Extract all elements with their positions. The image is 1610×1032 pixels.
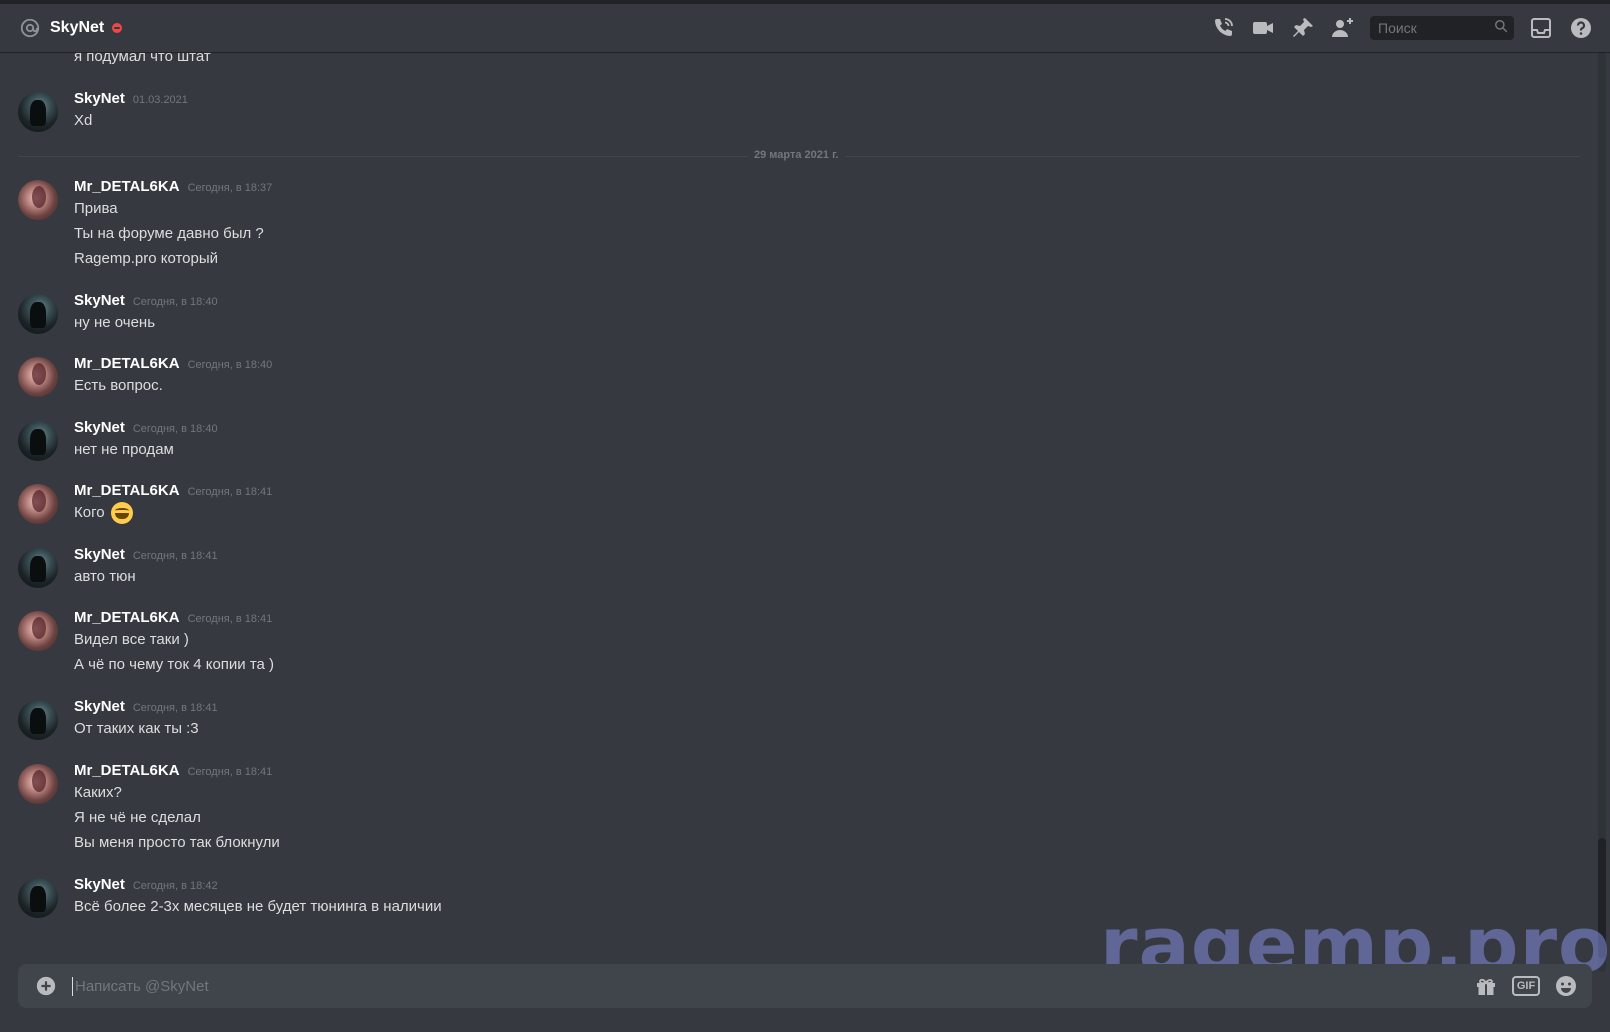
avatar[interactable] (18, 421, 58, 461)
avatar[interactable] (18, 357, 58, 397)
search-input[interactable] (1376, 19, 1494, 37)
username[interactable]: SkyNet (74, 292, 125, 309)
username[interactable]: SkyNet (74, 876, 125, 893)
timestamp: Сегодня, в 18:41 (132, 702, 218, 714)
message-text: Прива (74, 200, 118, 217)
timestamp: Сегодня, в 18:40 (187, 359, 273, 371)
avatar[interactable] (18, 878, 58, 918)
gif-label: GIF (1511, 976, 1541, 996)
username[interactable]: SkyNet (74, 546, 125, 563)
plus-circle-icon[interactable] (34, 974, 58, 998)
avatar[interactable] (18, 764, 58, 804)
inbox-icon[interactable] (1528, 15, 1554, 41)
message-text: Я не чё не сделал (74, 809, 201, 826)
message-text: нет не продам (74, 441, 174, 458)
message-text: Всё более 2-3х месяцев не будет тюнинга … (74, 898, 442, 915)
timestamp: Сегодня, в 18:37 (187, 182, 273, 194)
timestamp: Сегодня, в 18:41 (187, 613, 273, 625)
message-text: ну не очень (74, 314, 156, 331)
at-icon (18, 16, 42, 40)
username[interactable]: Mr_DETAL6KA (74, 762, 180, 779)
timestamp: Сегодня, в 18:41 (187, 766, 273, 778)
username[interactable]: Mr_DETAL6KA (74, 609, 180, 626)
timestamp: 01.03.2021 (132, 94, 188, 106)
avatar[interactable] (18, 294, 58, 334)
avatar[interactable] (18, 180, 58, 220)
username[interactable]: Mr_DETAL6KA (74, 355, 180, 372)
username[interactable]: SkyNet (74, 698, 125, 715)
username[interactable]: SkyNet (74, 419, 125, 436)
search-box[interactable] (1370, 16, 1514, 40)
message-composer: GIF (18, 964, 1592, 1008)
message-text: Ты на форуме давно был ? (74, 225, 264, 242)
video-camera-icon[interactable] (1250, 15, 1276, 41)
message-text: я подумал что штат (74, 52, 211, 65)
username[interactable]: Mr_DETAL6KA (74, 178, 180, 195)
header-toolbar (1196, 15, 1594, 41)
timestamp: Сегодня, в 18:40 (132, 423, 218, 435)
message-text: Xd (74, 112, 93, 129)
message-text: Вы меня просто так блокнули (74, 834, 280, 851)
help-icon[interactable] (1568, 15, 1594, 41)
message-text: От таких как ты :3 (74, 720, 199, 737)
gift-icon[interactable] (1472, 972, 1500, 1000)
avatar[interactable] (18, 700, 58, 740)
emoji-icon[interactable] (1552, 972, 1580, 1000)
timestamp: Сегодня, в 18:41 (132, 550, 218, 562)
avatar[interactable] (18, 92, 58, 132)
message-text: Каких? (74, 784, 122, 801)
dnd-status-icon (112, 23, 123, 33)
message-input[interactable] (72, 976, 1460, 996)
phone-icon[interactable] (1210, 15, 1236, 41)
avatar[interactable] (18, 484, 58, 524)
channel-header: SkyNet (0, 4, 1610, 52)
message-text: Кого (74, 502, 133, 524)
message-text: Есть вопрос. (74, 377, 163, 394)
scrollbar-track[interactable] (1598, 52, 1606, 972)
timestamp: Сегодня, в 18:40 (132, 296, 218, 308)
gif-icon[interactable]: GIF (1511, 972, 1541, 1000)
message-text-body: Кого (74, 503, 105, 521)
channel-name: SkyNet (50, 19, 105, 36)
timestamp: Сегодня, в 18:41 (187, 486, 273, 498)
message-text: Видел все таки ) (74, 631, 189, 648)
avatar[interactable] (18, 611, 58, 651)
avatar[interactable] (18, 548, 58, 588)
message-text: авто тюн (74, 568, 136, 585)
date-divider-label: 29 марта 2021 г. (748, 149, 845, 161)
message-list[interactable]: я подумал что штат SkyNet 01.03.2021 Xd 2… (0, 52, 1594, 972)
message-text: А чё по чему ток 4 копии та ) (74, 656, 275, 673)
timestamp: Сегодня, в 18:42 (132, 880, 218, 892)
message-text: Ragemp.pro который (74, 250, 219, 267)
search-icon (1494, 19, 1508, 38)
username[interactable]: Mr_DETAL6KA (74, 482, 180, 499)
pin-icon[interactable] (1290, 15, 1316, 41)
grinning-emoji-icon (110, 502, 133, 524)
add-user-icon[interactable] (1330, 15, 1356, 41)
username[interactable]: SkyNet (74, 90, 125, 107)
